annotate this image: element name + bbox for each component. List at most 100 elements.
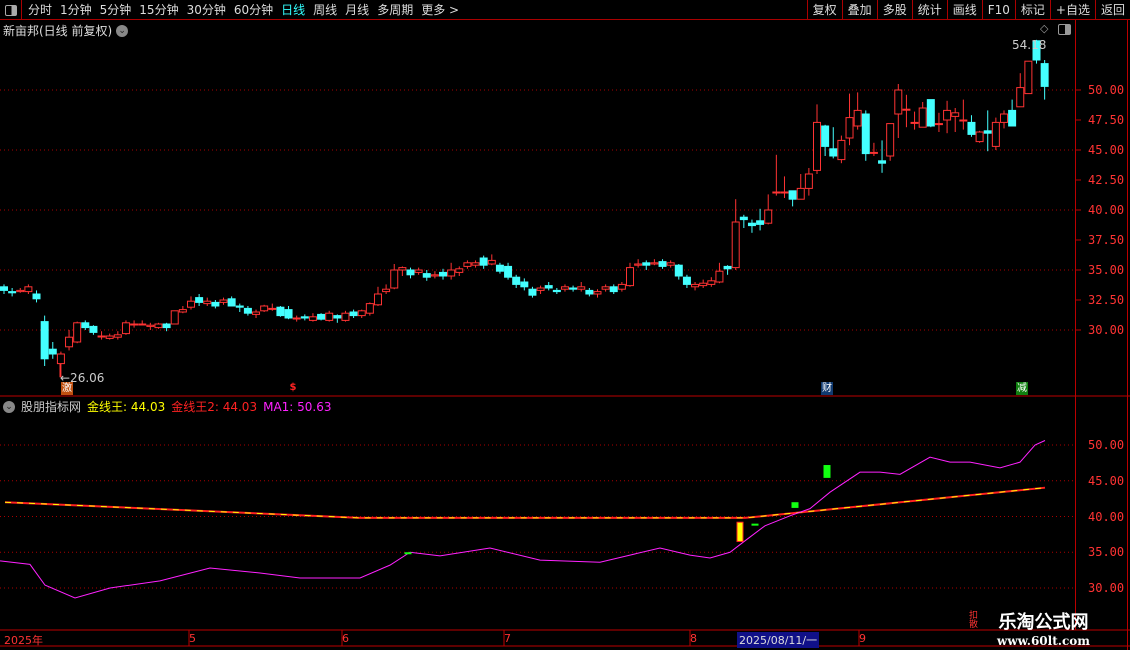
candle-body <box>520 281 529 288</box>
indicator-axis-label: 30.00 <box>1088 581 1125 595</box>
candle-body <box>308 316 317 321</box>
candle-body <box>40 321 49 360</box>
candle-body <box>560 286 569 290</box>
candle-body <box>382 288 391 293</box>
price-axis-label: 45.00 <box>1088 143 1125 157</box>
legend-jinxianwang: 金线王: 44.03 <box>87 400 166 414</box>
candle-body <box>666 262 675 266</box>
candle-body <box>357 310 366 317</box>
candle-body <box>975 131 984 143</box>
price-axis-label: 35.00 <box>1088 263 1125 277</box>
candle-body <box>300 316 309 319</box>
candle-body <box>219 299 228 303</box>
indicator-axis-label: 40.00 <box>1088 509 1125 524</box>
tag-jian[interactable]: 减 <box>1016 382 1028 395</box>
candle-body <box>146 324 155 327</box>
candle-body <box>268 307 277 310</box>
ma1-line <box>0 440 1046 599</box>
diamond-icon[interactable]: ◇ <box>1040 22 1048 35</box>
candle-body <box>910 121 919 124</box>
chevron-down-icon[interactable]: ⌄ <box>3 400 15 413</box>
candle-body <box>707 280 716 285</box>
logo-name: 乐淘公式网 <box>998 612 1089 633</box>
tag-ji[interactable]: 激 <box>61 382 73 395</box>
candle-body <box>967 121 976 135</box>
logo-url: www.60lt.com <box>997 634 1090 648</box>
kline-chart[interactable] <box>0 0 1130 650</box>
candle-body <box>138 323 147 326</box>
indicator-axis-label: 35.00 <box>1088 545 1125 560</box>
candle-body <box>764 209 773 224</box>
candle-body <box>203 300 212 305</box>
candle-body <box>829 148 838 157</box>
candle-body <box>853 109 862 127</box>
candle-body <box>252 311 261 315</box>
candle-body <box>284 309 293 319</box>
signal-bar <box>823 465 831 478</box>
candle-body <box>390 269 399 289</box>
tag-dollar[interactable]: $ <box>287 381 299 394</box>
candle-body <box>569 287 578 290</box>
candle-body <box>991 121 1000 147</box>
candle-body <box>365 303 374 314</box>
candle-body <box>504 265 513 278</box>
candle-body <box>317 313 326 320</box>
candle-body <box>162 323 171 329</box>
candle-body <box>227 298 236 307</box>
candle-body <box>617 283 626 290</box>
candle-body <box>959 119 968 122</box>
signal-bar <box>404 552 412 555</box>
candle-body <box>430 274 439 277</box>
candle-body <box>1016 87 1025 108</box>
candle-body <box>869 151 878 154</box>
price-axis-label: 50.00 <box>1088 83 1125 97</box>
candle-body <box>650 262 659 265</box>
indicator-name[interactable]: 股朋指标网 <box>21 398 81 415</box>
candle-body <box>65 336 74 348</box>
candle-body <box>32 293 41 300</box>
candle-body <box>512 276 521 285</box>
candle-body <box>105 335 114 339</box>
candle-body <box>796 187 805 200</box>
candle-body <box>577 286 586 290</box>
candle-body <box>894 89 903 115</box>
candle-body <box>211 301 220 307</box>
candle-body <box>1040 63 1049 87</box>
candle-body <box>585 289 594 295</box>
candle-body <box>772 191 781 194</box>
buy-signal-bar <box>736 521 744 543</box>
candle-body <box>715 270 724 283</box>
candle-body <box>447 269 456 277</box>
candle-body <box>260 305 269 312</box>
candle-body <box>235 305 244 308</box>
jinxianwang2-line <box>4 486 1046 519</box>
candle-body <box>325 312 334 321</box>
candle-body <box>804 173 813 189</box>
price-axis-label: 40.00 <box>1088 203 1125 217</box>
candle-body <box>89 325 98 333</box>
tag-cai[interactable]: 财 <box>821 382 833 395</box>
candle-body <box>439 271 448 277</box>
candle-body <box>373 293 382 306</box>
side-tag: 扣 散 <box>969 611 979 630</box>
candle-body <box>186 300 195 308</box>
candle-body <box>837 139 846 161</box>
candle-body <box>821 125 830 147</box>
candle-body <box>943 109 952 121</box>
candle-body <box>780 191 789 194</box>
candle-body <box>756 220 765 225</box>
candle-body <box>813 121 821 171</box>
indicator-legend: ⌄ 股朋指标网 金线王: 44.03 金线王2: 44.03 MA1: 50.6… <box>3 398 332 415</box>
candle-body <box>902 108 911 111</box>
candle-body <box>861 113 870 155</box>
candle-body <box>154 323 163 329</box>
panel-toggle-icon[interactable] <box>1058 24 1071 35</box>
candle-body <box>552 289 561 293</box>
candle-body <box>73 322 82 343</box>
candle-body <box>544 285 553 289</box>
candle-body <box>471 262 480 266</box>
candle-body <box>601 286 610 290</box>
signal-bar <box>751 523 759 526</box>
candle-body <box>626 267 635 287</box>
candle-body <box>195 297 204 303</box>
